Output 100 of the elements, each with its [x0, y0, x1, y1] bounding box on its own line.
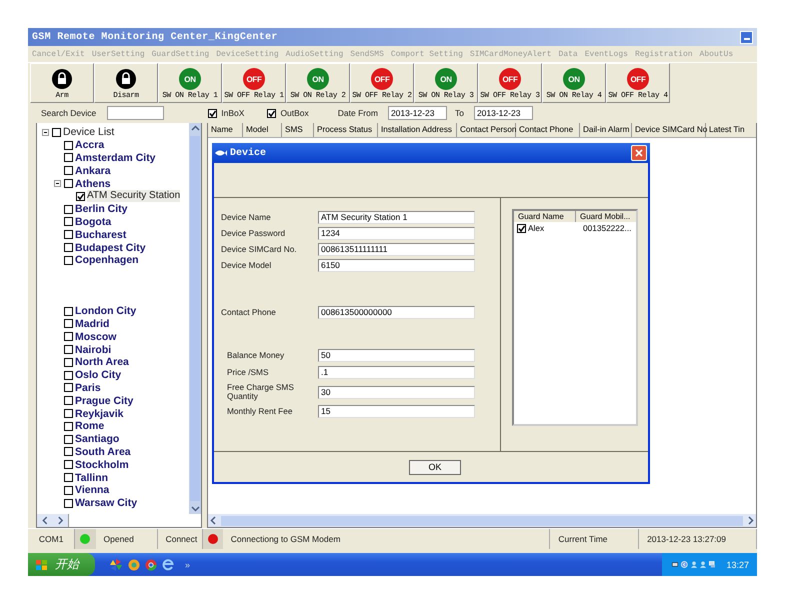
- column-header[interactable]: Guard Name: [514, 211, 576, 222]
- close-button[interactable]: [631, 145, 647, 161]
- input-field[interactable]: 15: [318, 405, 475, 418]
- tree-item[interactable]: Nairobi: [75, 344, 112, 356]
- checkbox[interactable]: [64, 422, 73, 431]
- column-header[interactable]: SMS: [282, 123, 314, 137]
- check-icon: [209, 110, 216, 116]
- checkbox[interactable]: [64, 256, 73, 265]
- keyboard-icon: [672, 561, 678, 568]
- scroll-thumb[interactable]: [190, 136, 200, 501]
- column-header[interactable]: Contact Phone: [516, 123, 580, 137]
- checkbox[interactable]: [64, 370, 73, 380]
- scroll-thumb[interactable]: [221, 516, 743, 526]
- tree-item[interactable]: Bogota: [75, 216, 112, 228]
- input-field[interactable]: ATM Security Station 1: [318, 211, 475, 224]
- checkbox[interactable]: [64, 306, 73, 316]
- tree-item[interactable]: Accra: [75, 139, 104, 152]
- checkbox[interactable]: [64, 358, 73, 367]
- checkbox[interactable]: [517, 224, 526, 232]
- tree-item[interactable]: Device List: [63, 126, 114, 138]
- tree-item[interactable]: Paris: [75, 382, 101, 394]
- collapse-icon[interactable]: [53, 179, 62, 188]
- input-field[interactable]: .1: [318, 366, 475, 379]
- tree-item[interactable]: Vienna: [75, 484, 110, 496]
- column-header[interactable]: Guard Mobil...: [576, 211, 636, 222]
- checkbox[interactable]: [52, 128, 61, 137]
- tree-item[interactable]: Tallinn: [75, 472, 108, 484]
- minimize-button[interactable]: [740, 30, 753, 44]
- tree-item[interactable]: Athens: [75, 178, 111, 190]
- tree-item[interactable]: Madrid: [75, 318, 110, 330]
- column-header[interactable]: Device SIMCard No: [632, 123, 706, 137]
- checkbox[interactable]: [64, 383, 73, 392]
- column-header[interactable]: Contact Person: [457, 123, 516, 137]
- lock-icon: [52, 69, 72, 89]
- field-label: Device Password: [221, 229, 286, 238]
- checkbox[interactable]: [64, 179, 73, 188]
- checkbox[interactable]: [64, 166, 73, 176]
- table-cell: Alex: [528, 223, 544, 233]
- collapse-icon[interactable]: [41, 128, 50, 137]
- tree-item[interactable]: ATM Security Station: [87, 190, 180, 202]
- tree-item[interactable]: Ankara: [75, 164, 111, 177]
- checkbox[interactable]: [64, 486, 73, 495]
- input-field[interactable]: 008613500000000: [318, 306, 475, 319]
- checkbox[interactable]: [64, 217, 73, 226]
- checkbox[interactable]: [64, 204, 73, 214]
- checkbox[interactable]: [64, 434, 73, 444]
- checkbox[interactable]: [64, 319, 73, 328]
- checkbox[interactable]: [64, 447, 73, 456]
- column-header[interactable]: Latest Tin: [706, 123, 748, 137]
- checkbox[interactable]: [64, 332, 73, 342]
- input-field[interactable]: 008613511111111: [318, 243, 475, 256]
- windows-flag-icon: [35, 558, 49, 570]
- column-header[interactable]: Model: [243, 123, 282, 137]
- scrollbar[interactable]: [189, 123, 201, 514]
- checkbox[interactable]: [64, 345, 73, 354]
- checkbox[interactable]: [64, 498, 73, 508]
- scrollbar[interactable]: [37, 514, 69, 527]
- tree-item[interactable]: Reykjavik: [75, 408, 124, 420]
- checkbox[interactable]: [64, 243, 73, 252]
- checkbox[interactable]: [64, 460, 73, 470]
- checkbox[interactable]: [64, 473, 73, 482]
- checkbox[interactable]: [64, 153, 73, 162]
- tree-item[interactable]: Amsterdam City: [75, 152, 156, 164]
- column-header[interactable]: Installation Address: [378, 123, 457, 137]
- checkbox[interactable]: [76, 192, 85, 201]
- tree-item[interactable]: Copenhagen: [75, 254, 139, 266]
- tree-item[interactable]: North Area: [75, 356, 129, 368]
- tree-item[interactable]: Oslo City: [75, 369, 122, 382]
- tree-item[interactable]: Santiago: [75, 433, 120, 446]
- tree-item[interactable]: Berlin City: [75, 203, 128, 216]
- column-header[interactable]: Dail-in Alarm: [580, 123, 632, 137]
- tree-item[interactable]: Rome: [75, 420, 104, 432]
- column-header[interactable]: Name: [208, 123, 243, 137]
- column-header[interactable]: Process Status: [314, 123, 378, 137]
- tree-item[interactable]: South Area: [75, 446, 131, 458]
- tree-item[interactable]: Budapest City: [75, 242, 146, 254]
- scrollbar[interactable]: [208, 514, 756, 527]
- tree-item[interactable]: Warsaw City: [75, 497, 138, 510]
- input-field[interactable]: 6150: [318, 259, 475, 272]
- tree-item[interactable]: Moscow: [75, 330, 116, 343]
- input-field[interactable]: 1234: [318, 227, 475, 240]
- checkbox[interactable]: [64, 230, 73, 240]
- checkbox[interactable]: [64, 140, 73, 150]
- tree-item[interactable]: Bucharest: [75, 228, 126, 241]
- input-field[interactable]: 50: [318, 349, 475, 362]
- more-button[interactable]: »: [185, 560, 190, 570]
- field-label: Balance Money: [227, 351, 286, 360]
- date-field[interactable]: 2013-12-23: [474, 106, 533, 120]
- checkbox[interactable]: [64, 396, 73, 406]
- checkbox[interactable]: [64, 409, 73, 418]
- search-field[interactable]: [107, 106, 164, 120]
- checkbox[interactable]: [267, 108, 276, 118]
- tree-item[interactable]: London City: [75, 305, 136, 318]
- ok-button[interactable]: OK: [409, 460, 461, 474]
- tree-item[interactable]: Prague City: [75, 394, 134, 407]
- input-field[interactable]: 30: [318, 386, 475, 398]
- tree-item[interactable]: Stockholm: [75, 458, 129, 471]
- checkbox[interactable]: [208, 108, 218, 118]
- date-field[interactable]: 2013-12-23: [388, 106, 447, 120]
- dialog-title: Device: [230, 148, 268, 158]
